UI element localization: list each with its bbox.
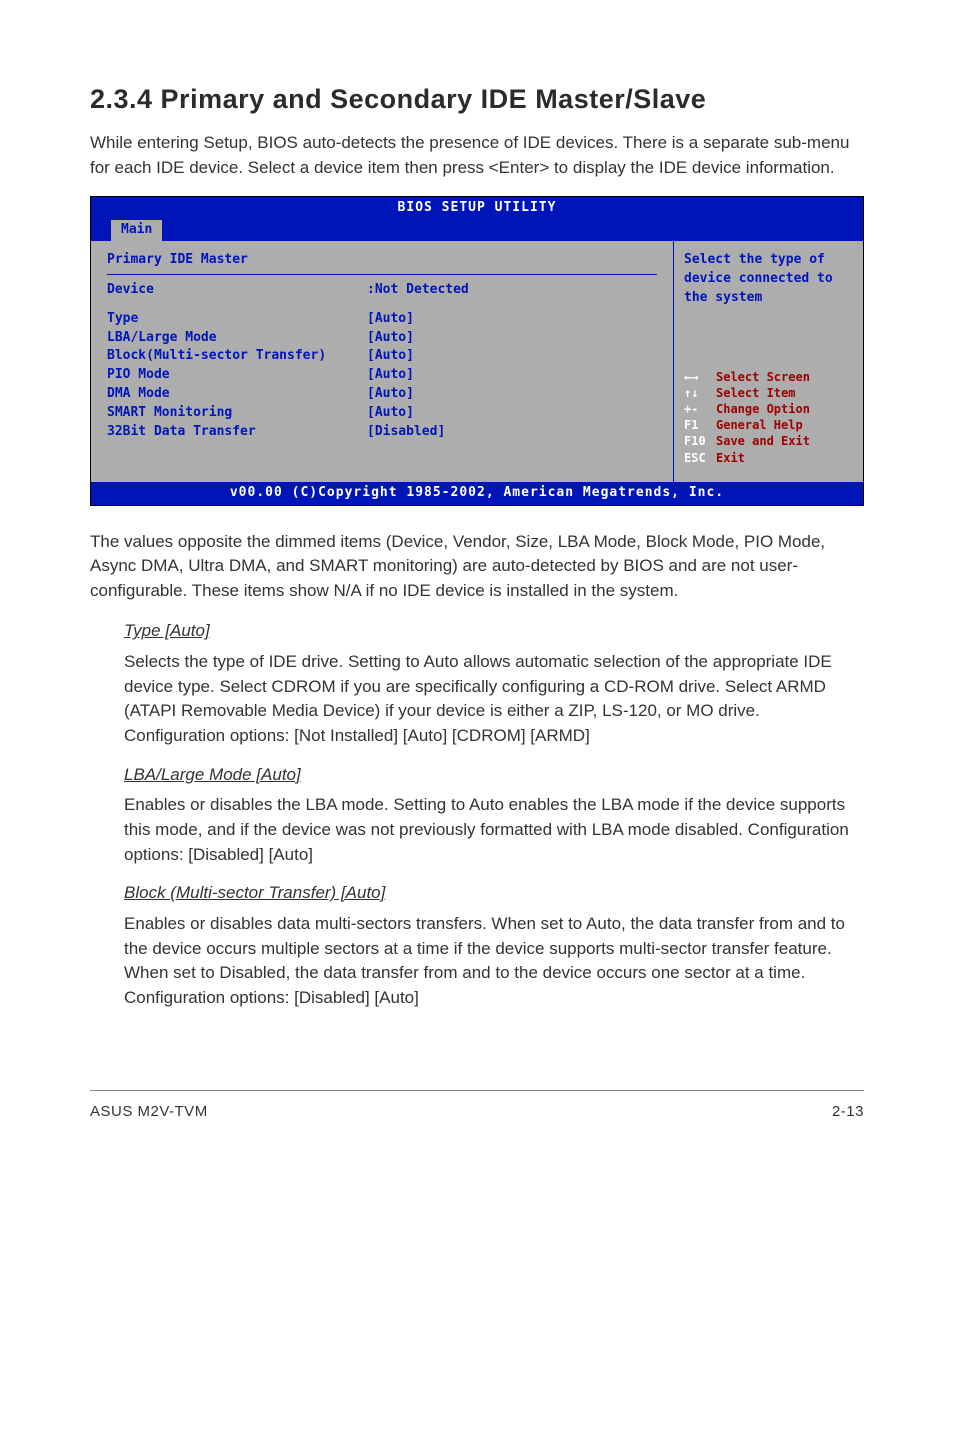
section-heading: 2.3.4 Primary and Secondary IDE Master/S… — [90, 80, 864, 119]
bios-left-title: Primary IDE Master — [107, 251, 657, 275]
bios-field-value: [Auto] — [367, 329, 414, 348]
bios-key-desc: Select Item — [716, 386, 795, 400]
item-heading-lba: LBA/Large Mode [Auto] — [124, 763, 864, 788]
bios-key-desc: Save and Exit — [716, 434, 810, 448]
bios-field-label: Block(Multi-sector Transfer) — [107, 347, 367, 366]
bios-field-value: [Auto] — [367, 404, 414, 423]
bios-footer: v00.00 (C)Copyright 1985-2002, American … — [91, 482, 863, 505]
bios-field-value: [Auto] — [367, 385, 414, 404]
bios-key-desc: Exit — [716, 451, 745, 465]
intro-paragraph: While entering Setup, BIOS auto-detects … — [90, 131, 864, 180]
bios-key: ↑↓ — [684, 385, 716, 401]
bios-tab-bar: Main — [91, 220, 863, 241]
item-body-lba: Enables or disables the LBA mode. Settin… — [124, 793, 864, 867]
bios-right-panel: Select the type of device connected to t… — [673, 241, 863, 482]
bios-key: ESC — [684, 450, 716, 466]
bios-key: +- — [684, 401, 716, 417]
bios-field-label: SMART Monitoring — [107, 404, 367, 423]
footer-right: 2-13 — [832, 1101, 864, 1123]
bios-key-desc: Change Option — [716, 402, 810, 416]
bios-key-desc: General Help — [716, 418, 803, 432]
bios-tab-main: Main — [111, 220, 162, 241]
bios-field-label: 32Bit Data Transfer — [107, 423, 367, 442]
bios-right-help: Select the type of device connected to t… — [684, 251, 853, 308]
bios-field-value: [Auto] — [367, 366, 414, 385]
item-body-block: Enables or disables data multi-sectors t… — [124, 912, 864, 1011]
bios-field-label: PIO Mode — [107, 366, 367, 385]
after-bios-paragraph: The values opposite the dimmed items (De… — [90, 530, 864, 604]
bios-key: F1 — [684, 417, 716, 433]
bios-field-label: Type — [107, 310, 367, 329]
bios-help-keys: ←→Select Screen ↑↓Select Item +-Change O… — [684, 369, 853, 466]
item-body-type: Selects the type of IDE drive. Setting t… — [124, 650, 864, 749]
bios-field-value: [Auto] — [367, 347, 414, 366]
item-heading-block: Block (Multi-sector Transfer) [Auto] — [124, 881, 864, 906]
bios-device-value: :Not Detected — [367, 281, 469, 300]
bios-screenshot: BIOS SETUP UTILITY Main Primary IDE Mast… — [90, 196, 864, 505]
bios-key: F10 — [684, 433, 716, 449]
bios-field-value: [Disabled] — [367, 423, 445, 442]
bios-field-label: LBA/Large Mode — [107, 329, 367, 348]
bios-header: BIOS SETUP UTILITY — [91, 197, 863, 220]
bios-left-panel: Primary IDE Master Device :Not Detected … — [91, 241, 673, 482]
footer-left: ASUS M2V-TVM — [90, 1101, 208, 1123]
bios-field-value: [Auto] — [367, 310, 414, 329]
bios-device-label: Device — [107, 281, 367, 300]
bios-field-label: DMA Mode — [107, 385, 367, 404]
item-heading-type: Type [Auto] — [124, 619, 864, 644]
bios-key-desc: Select Screen — [716, 370, 810, 384]
page-footer: ASUS M2V-TVM 2-13 — [90, 1090, 864, 1123]
bios-key: ←→ — [684, 369, 716, 385]
